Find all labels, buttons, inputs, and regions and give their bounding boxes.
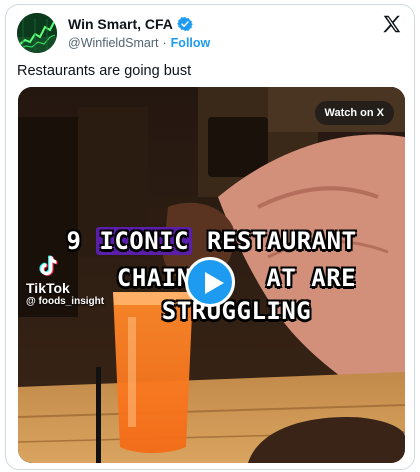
tweet-text: Restaurants are going bust — [17, 63, 192, 79]
tiktok-brand: TikTok — [26, 280, 70, 296]
verified-badge-icon — [176, 16, 193, 32]
x-logo-icon[interactable] — [381, 13, 403, 35]
tweet-card[interactable]: Win Smart, CFA @WinfieldSmart · Follow R… — [5, 4, 415, 470]
tweet-header: Win Smart, CFA @WinfieldSmart · Follow — [17, 13, 404, 53]
overlay-line-1: 9 ICONIC RESTAURANT — [18, 227, 405, 255]
overlay-right: AT ARE — [266, 264, 357, 292]
video-player[interactable]: Watch on X 9 ICONIC RESTAURANT CHAINS AT… — [18, 87, 405, 463]
tiktok-username: @ foods_insight — [26, 296, 105, 307]
play-button[interactable] — [185, 257, 235, 307]
overlay-number: 9 — [66, 227, 82, 255]
display-name[interactable]: Win Smart, CFA — [68, 16, 173, 32]
watch-on-x-button[interactable]: Watch on X — [314, 101, 394, 125]
follow-button[interactable]: Follow — [171, 36, 211, 50]
overlay-word: RESTAURANT — [207, 227, 357, 255]
play-icon — [205, 272, 224, 294]
user-handle[interactable]: @WinfieldSmart — [68, 36, 159, 50]
tiktok-icon — [39, 255, 58, 276]
overlay-highlight: ICONIC — [96, 227, 193, 255]
handle-separator: · — [162, 36, 167, 50]
avatar[interactable] — [17, 13, 57, 53]
tiktok-watermark: TikTok @ foods_insight — [26, 253, 116, 307]
